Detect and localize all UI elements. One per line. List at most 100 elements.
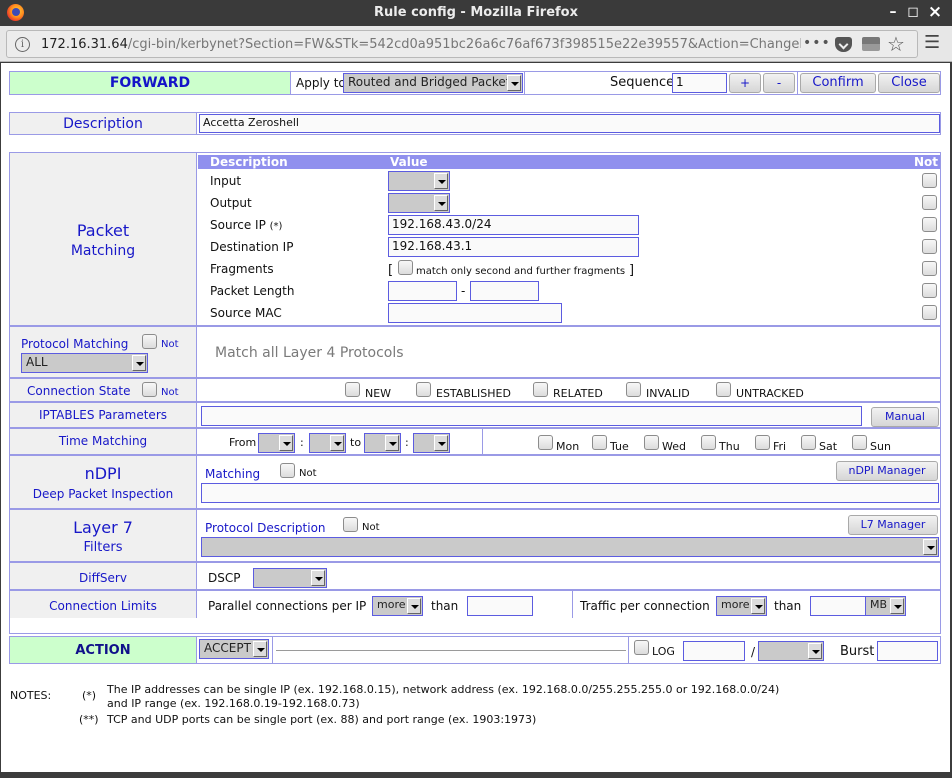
state-label: INVALID	[646, 387, 690, 400]
burst-input[interactable]	[877, 641, 938, 661]
ndpi-not-label: Not	[299, 468, 317, 479]
info-icon[interactable]: i	[15, 37, 30, 52]
packet-length-not-checkbox[interactable]	[922, 283, 937, 298]
day-label: Sat	[819, 440, 838, 453]
traffic-value-input[interactable]	[810, 596, 866, 616]
packet-length-label: Packet Length	[210, 284, 295, 298]
action-row: ACTION ACCEPT LOG / Burst	[9, 636, 941, 664]
column-not: Not	[913, 155, 938, 169]
sequence-increment-button[interactable]: +	[729, 73, 761, 93]
ndpi-manager-button[interactable]: nDPI Manager	[836, 461, 938, 481]
sequence-input[interactable]: 1	[672, 73, 727, 93]
time-from-minute-select[interactable]	[309, 433, 346, 453]
window-title: Rule config - Mozilla Firefox	[374, 5, 578, 20]
source-mac-not-checkbox[interactable]	[922, 305, 937, 320]
time-to-minute-select[interactable]	[413, 433, 450, 453]
state-label: ESTABLISHED	[436, 387, 511, 400]
day-mon-checkbox[interactable]	[538, 435, 553, 450]
manual-button[interactable]: Manual	[871, 407, 939, 427]
layer7-protocol-select[interactable]	[201, 537, 939, 557]
sequence-decrement-button[interactable]: -	[763, 73, 795, 93]
close-window-button[interactable]: ×	[926, 3, 944, 21]
action-select[interactable]: ACCEPT	[199, 639, 269, 659]
day-sun-checkbox[interactable]	[852, 435, 867, 450]
log-checkbox[interactable]	[634, 640, 649, 655]
range-separator: -	[461, 284, 466, 298]
day-tue-checkbox[interactable]	[592, 435, 607, 450]
packet-matching-subtitle: Matching	[70, 243, 136, 259]
iptables-label: IPTABLES Parameters	[10, 403, 197, 427]
column-value: Value	[390, 155, 428, 169]
log-unit-select[interactable]	[758, 641, 824, 661]
url-text[interactable]: 172.16.31.64/cgi-bin/kerbynet?Section=FW…	[41, 37, 801, 52]
output-interface-select[interactable]	[388, 193, 450, 213]
day-wed-checkbox[interactable]	[644, 435, 659, 450]
ndpi-input[interactable]	[201, 483, 939, 503]
time-to-hour-select[interactable]	[364, 433, 401, 453]
state-established-checkbox[interactable]	[416, 382, 431, 397]
hamburger-menu-icon[interactable]: ☰	[924, 32, 940, 53]
traffic-unit-select[interactable]: MB	[865, 596, 906, 616]
close-button[interactable]: Close	[878, 73, 940, 93]
destination-ip-input[interactable]: 192.168.43.1	[388, 237, 639, 257]
day-sat-checkbox[interactable]	[801, 435, 816, 450]
day-label: Tue	[610, 440, 629, 453]
connection-state-not-checkbox[interactable]	[142, 382, 157, 397]
maximize-button[interactable]: ◻	[904, 3, 922, 21]
traffic-comparison-select[interactable]: more	[716, 596, 767, 616]
separator-line	[276, 650, 626, 651]
chevron-down-icon	[253, 641, 267, 657]
chevron-down-icon	[751, 598, 765, 614]
input-interface-select[interactable]	[388, 171, 450, 191]
log-rate-input[interactable]	[683, 641, 745, 661]
state-invalid-checkbox[interactable]	[626, 382, 641, 397]
chevron-down-icon	[808, 643, 822, 659]
apply-to-value: Routed and Bridged Packets	[348, 75, 517, 89]
confirm-button[interactable]: Confirm	[800, 73, 876, 93]
bookmark-star-icon[interactable]: ☆	[887, 32, 905, 56]
parallel-comparison-select[interactable]: more	[372, 596, 423, 616]
matching-table: Packet Matching Description Value Not In…	[9, 152, 941, 634]
source-mac-input[interactable]	[388, 303, 562, 323]
fragments-checkbox[interactable]	[398, 260, 413, 275]
source-ip-not-checkbox[interactable]	[922, 217, 937, 232]
page-actions-button[interactable]: •••	[803, 35, 831, 51]
chevron-down-icon	[434, 173, 448, 189]
input-not-checkbox[interactable]	[922, 173, 937, 188]
pocket-icon[interactable]	[835, 37, 852, 52]
minimize-button[interactable]: –	[884, 3, 902, 21]
output-not-checkbox[interactable]	[922, 195, 937, 210]
source-ip-input[interactable]: 192.168.43.0/24	[388, 215, 639, 235]
l7-manager-button[interactable]: L7 Manager	[848, 515, 938, 535]
bracket-close: ]	[629, 263, 635, 278]
network-icon[interactable]	[862, 37, 880, 51]
dscp-select[interactable]	[253, 568, 327, 588]
destination-ip-not-checkbox[interactable]	[922, 239, 937, 254]
url-host: 172.16.31.64	[41, 37, 128, 52]
packet-length-to-input[interactable]	[470, 281, 539, 301]
layer7-not-label: Not	[362, 522, 380, 533]
url-bar[interactable]: i 172.16.31.64/cgi-bin/kerbynet?Section=…	[6, 30, 918, 58]
packet-length-from-input[interactable]	[388, 281, 457, 301]
ndpi-label-cell: nDPI Deep Packet Inspection	[10, 456, 197, 508]
fragments-not-checkbox[interactable]	[922, 261, 937, 276]
state-related-checkbox[interactable]	[533, 382, 548, 397]
ndpi-not-checkbox[interactable]	[280, 463, 295, 478]
description-input[interactable]: Accetta Zeroshell	[199, 114, 940, 133]
packet-matching-label: Packet Matching	[10, 153, 197, 325]
state-untracked-checkbox[interactable]	[716, 382, 731, 397]
day-label: Wed	[662, 440, 686, 453]
traffic-per-connection-label: Traffic per connection	[580, 599, 710, 613]
destination-ip-label: Destination IP	[210, 240, 294, 254]
day-thu-checkbox[interactable]	[701, 435, 716, 450]
state-new-checkbox[interactable]	[345, 382, 360, 397]
protocol-select[interactable]: ALL	[21, 353, 148, 373]
apply-to-select[interactable]: Routed and Bridged Packets	[343, 73, 523, 93]
protocol-not-checkbox[interactable]	[142, 334, 157, 349]
parallel-connections-input[interactable]	[467, 596, 533, 616]
iptables-input[interactable]	[201, 406, 862, 426]
time-from-hour-select[interactable]	[258, 433, 295, 453]
day-fri-checkbox[interactable]	[755, 435, 770, 450]
layer7-protocol-label: Protocol Description	[205, 521, 326, 535]
layer7-not-checkbox[interactable]	[343, 517, 358, 532]
